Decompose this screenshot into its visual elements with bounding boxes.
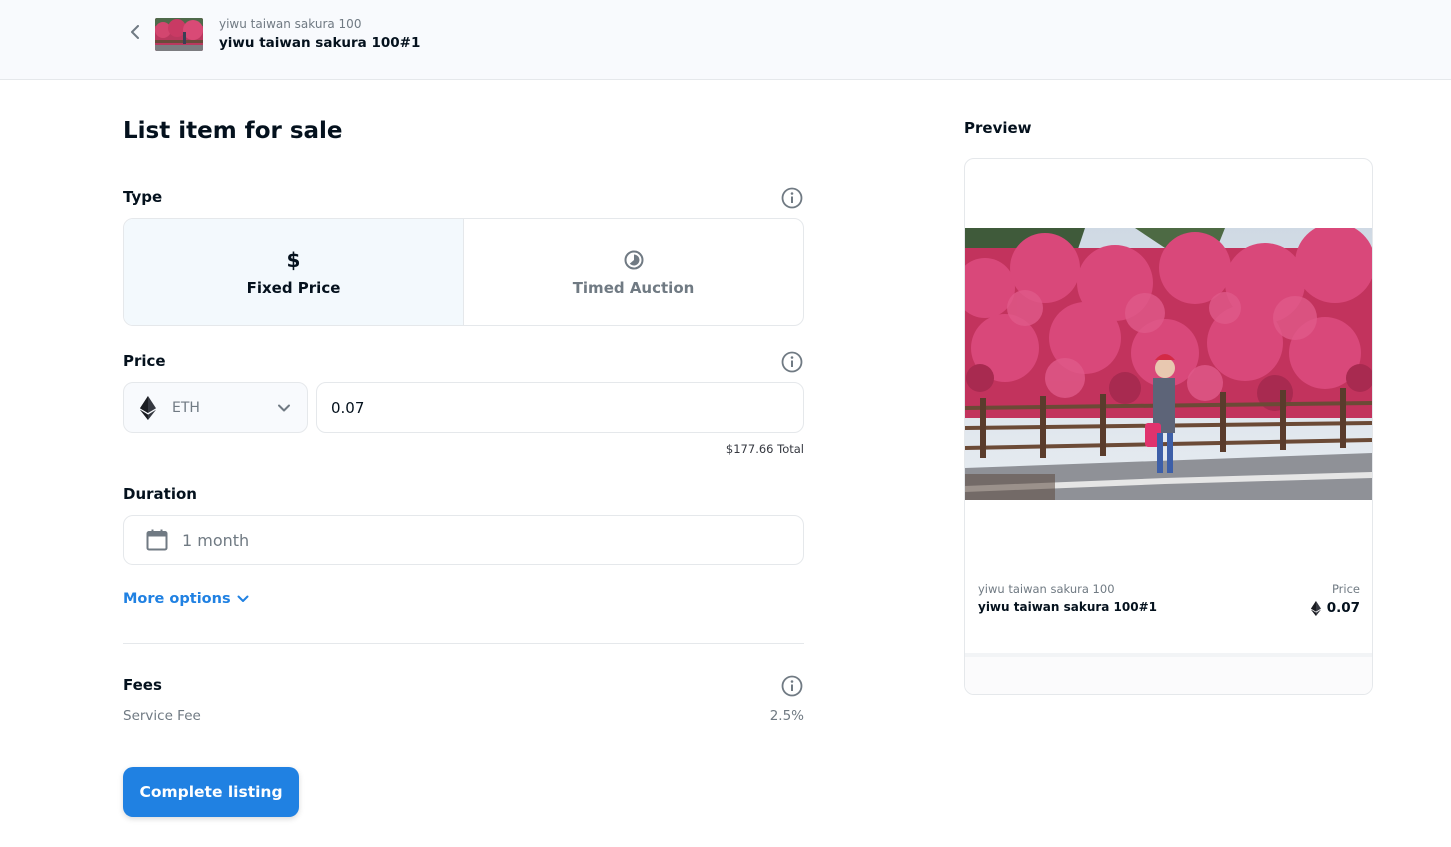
preview-price-value: 0.07 (1326, 600, 1360, 616)
duration-picker[interactable]: 1 month (123, 515, 804, 565)
preview-price: 0.07 (1310, 600, 1360, 616)
more-options-toggle[interactable]: More options (123, 591, 249, 607)
preview-price-label: Price (1331, 582, 1360, 596)
timer-icon (624, 250, 643, 270)
preview-item-name: yiwu taiwan sakura 100#1 (978, 600, 1158, 614)
top-bar: yiwu taiwan sakura 100 yiwu taiwan sakur… (0, 0, 1451, 80)
preview-title: Preview (964, 119, 1032, 137)
price-label: Price (123, 352, 166, 370)
price-info-icon[interactable] (781, 351, 803, 373)
preview-image (965, 228, 1372, 500)
back-button[interactable] (126, 22, 144, 42)
currency-symbol: ETH (172, 399, 200, 416)
ethereum-icon (1310, 600, 1321, 616)
type-info-icon[interactable] (781, 187, 803, 209)
header-item-name: yiwu taiwan sakura 100#1 (219, 35, 421, 51)
page-title: List item for sale (123, 118, 343, 144)
price-total: $177.66 Total (725, 442, 804, 456)
chevron-down-icon (278, 404, 290, 412)
ethereum-icon (140, 395, 156, 420)
timed-auction-label: Timed Auction (572, 279, 695, 297)
item-thumbnail (155, 18, 203, 51)
fixed-price-option[interactable]: $ Fixed Price (124, 219, 464, 325)
service-fee-label: Service Fee (123, 708, 201, 724)
preview-card[interactable]: yiwu taiwan sakura 100 yiwu taiwan sakur… (964, 158, 1373, 695)
complete-listing-button[interactable]: Complete listing (123, 767, 299, 817)
currency-select[interactable]: ETH (123, 382, 308, 433)
preview-card-footer (965, 653, 1372, 694)
service-fee-value: 2.5% (769, 708, 804, 724)
chevron-left-icon (131, 25, 139, 39)
fees-label: Fees (123, 676, 162, 694)
fixed-price-label: Fixed Price (246, 279, 341, 297)
type-label: Type (123, 188, 163, 206)
price-amount-input[interactable] (316, 382, 804, 433)
preview-collection-name: yiwu taiwan sakura 100 (978, 582, 1115, 596)
timed-auction-option[interactable]: Timed Auction (464, 219, 803, 325)
calendar-icon (146, 529, 168, 551)
duration-value: 1 month (182, 530, 250, 550)
chevron-down-icon (237, 595, 249, 602)
listing-type-selector: $ Fixed Price Timed Auction (123, 218, 804, 326)
duration-label: Duration (123, 485, 197, 503)
header-collection-name[interactable]: yiwu taiwan sakura 100 (219, 17, 361, 31)
dollar-icon: $ (286, 248, 301, 272)
more-options-label: More options (123, 591, 231, 607)
fees-info-icon[interactable] (781, 675, 803, 697)
divider (123, 643, 804, 644)
